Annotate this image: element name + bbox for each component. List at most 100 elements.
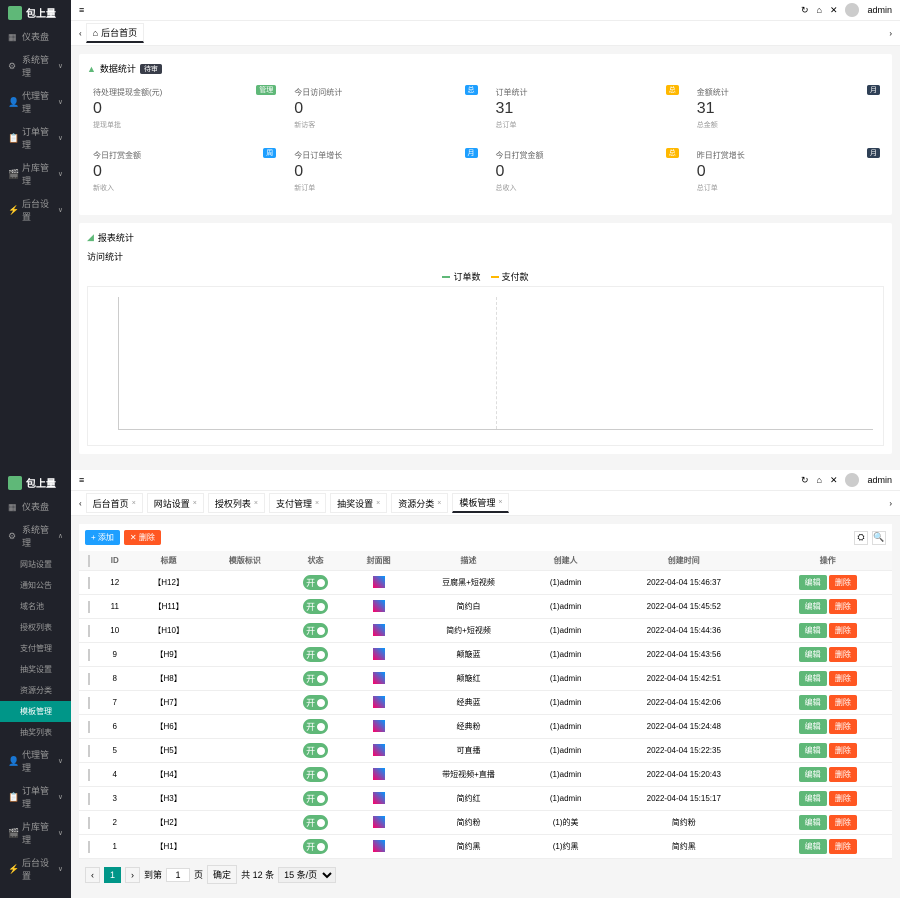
- cover-thumb[interactable]: [373, 648, 385, 660]
- delete-button[interactable]: 删除: [829, 743, 857, 758]
- delete-button[interactable]: 删除: [829, 623, 857, 638]
- delete-button[interactable]: 删除: [829, 815, 857, 830]
- stat-card[interactable]: 今日打赏金额0新收入周: [87, 144, 280, 199]
- page-prev[interactable]: ‹: [85, 867, 100, 883]
- delete-button[interactable]: 删除: [829, 695, 857, 710]
- tab-close-icon[interactable]: ×: [376, 500, 380, 507]
- row-checkbox[interactable]: [88, 625, 90, 637]
- cover-thumb[interactable]: [373, 720, 385, 732]
- tab-prev-icon[interactable]: ‹: [79, 499, 82, 508]
- status-switch[interactable]: 开: [303, 839, 328, 854]
- sidebar-subitem[interactable]: 抽奖设置: [0, 659, 71, 680]
- cover-thumb[interactable]: [373, 840, 385, 852]
- tab-close-icon[interactable]: ×: [437, 500, 441, 507]
- logo[interactable]: 包上量: [0, 0, 71, 25]
- tab-close-icon[interactable]: ×: [132, 500, 136, 507]
- sidebar-item[interactable]: 🎬片库管理∨: [0, 156, 71, 192]
- sidebar-subitem[interactable]: 通知公告: [0, 575, 71, 596]
- username[interactable]: admin: [867, 5, 892, 15]
- column-header[interactable]: 封面图: [348, 551, 410, 571]
- stat-card[interactable]: 金额统计31总金额月: [691, 81, 884, 136]
- sidebar-item[interactable]: ⚡后台设置∨: [0, 192, 71, 228]
- row-checkbox[interactable]: [88, 673, 90, 685]
- tab-item[interactable]: 授权列表×: [208, 493, 265, 513]
- row-checkbox[interactable]: [88, 745, 90, 757]
- status-switch[interactable]: 开: [303, 671, 328, 686]
- tab-item[interactable]: 抽奖设置×: [330, 493, 387, 513]
- cover-thumb[interactable]: [373, 672, 385, 684]
- per-page-select[interactable]: 15 条/页: [278, 867, 336, 883]
- stat-card[interactable]: 今日访问统计0新访客总: [288, 81, 481, 136]
- edit-button[interactable]: 编辑: [799, 695, 827, 710]
- stat-card[interactable]: 昨日打赏增长0总订单月: [691, 144, 884, 199]
- tab-close-icon[interactable]: ×: [315, 500, 319, 507]
- row-checkbox[interactable]: [88, 793, 90, 805]
- edit-button[interactable]: 编辑: [799, 743, 827, 758]
- delete-button[interactable]: 删除: [829, 599, 857, 614]
- cover-thumb[interactable]: [373, 696, 385, 708]
- stat-card[interactable]: 今日订单增长0新订单月: [288, 144, 481, 199]
- logo[interactable]: 包上量: [0, 470, 71, 495]
- sidebar-item[interactable]: 🎬片库管理∨: [0, 815, 71, 851]
- status-switch[interactable]: 开: [303, 623, 328, 638]
- row-checkbox[interactable]: [88, 721, 90, 733]
- status-switch[interactable]: 开: [303, 575, 328, 590]
- sidebar-item[interactable]: ⚡后台设置∨: [0, 851, 71, 887]
- tab-close-icon[interactable]: ×: [498, 499, 502, 506]
- cover-thumb[interactable]: [373, 768, 385, 780]
- tab-close-icon[interactable]: ×: [254, 500, 258, 507]
- tab-item[interactable]: 支付管理×: [269, 493, 326, 513]
- username[interactable]: admin: [867, 475, 892, 485]
- sidebar-subitem[interactable]: 抽奖列表: [0, 722, 71, 743]
- edit-button[interactable]: 编辑: [799, 839, 827, 854]
- edit-button[interactable]: 编辑: [799, 815, 827, 830]
- sidebar-subitem[interactable]: 资源分类: [0, 680, 71, 701]
- column-header[interactable]: ID: [98, 551, 131, 571]
- delete-button[interactable]: 删除: [829, 647, 857, 662]
- avatar[interactable]: [845, 473, 859, 487]
- sidebar-item[interactable]: ▦仪表盘: [0, 495, 71, 518]
- delete-button[interactable]: 删除: [829, 671, 857, 686]
- sidebar-item[interactable]: ▦仪表盘: [0, 25, 71, 48]
- refresh-icon[interactable]: ↻: [801, 5, 809, 16]
- sidebar-item[interactable]: 👤代理管理∨: [0, 84, 71, 120]
- tab-next-icon[interactable]: ›: [889, 29, 892, 38]
- column-header[interactable]: [79, 551, 98, 571]
- row-checkbox[interactable]: [88, 769, 90, 781]
- status-switch[interactable]: 开: [303, 695, 328, 710]
- cover-thumb[interactable]: [373, 744, 385, 756]
- cover-thumb[interactable]: [373, 792, 385, 804]
- row-checkbox[interactable]: [88, 649, 90, 661]
- column-header[interactable]: 标题: [131, 551, 206, 571]
- row-checkbox[interactable]: [88, 841, 90, 853]
- row-checkbox[interactable]: [88, 697, 90, 709]
- tab-item[interactable]: 资源分类×: [391, 493, 448, 513]
- status-switch[interactable]: 开: [303, 767, 328, 782]
- delete-button[interactable]: 删除: [829, 839, 857, 854]
- stat-card[interactable]: 订单统计31总订单总: [490, 81, 683, 136]
- avatar[interactable]: [845, 3, 859, 17]
- tab-prev-icon[interactable]: ‹: [79, 29, 82, 38]
- edit-button[interactable]: 编辑: [799, 623, 827, 638]
- sidebar-subitem[interactable]: 模板管理: [0, 701, 71, 722]
- sidebar-subitem[interactable]: 授权列表: [0, 617, 71, 638]
- cover-thumb[interactable]: [373, 576, 385, 588]
- row-checkbox[interactable]: [88, 817, 90, 829]
- status-switch[interactable]: 开: [303, 743, 328, 758]
- delete-button[interactable]: 删除: [829, 767, 857, 782]
- collapse-icon[interactable]: ≡: [79, 475, 84, 485]
- column-header[interactable]: 操作: [764, 551, 892, 571]
- sidebar-item[interactable]: ⚙系统管理∨: [0, 48, 71, 84]
- edit-button[interactable]: 编辑: [799, 767, 827, 782]
- sidebar-item[interactable]: 📋订单管理∨: [0, 120, 71, 156]
- status-switch[interactable]: 开: [303, 647, 328, 662]
- confirm-button[interactable]: 确定: [207, 865, 237, 884]
- stat-card[interactable]: 今日打赏金额0总收入总: [490, 144, 683, 199]
- column-header[interactable]: 创建时间: [604, 551, 764, 571]
- tab-close-icon[interactable]: ×: [193, 500, 197, 507]
- column-header[interactable]: 状态: [284, 551, 348, 571]
- edit-button[interactable]: 编辑: [799, 575, 827, 590]
- page-1[interactable]: 1: [104, 867, 121, 883]
- close-icon[interactable]: ✕: [830, 5, 838, 16]
- row-checkbox[interactable]: [88, 577, 90, 589]
